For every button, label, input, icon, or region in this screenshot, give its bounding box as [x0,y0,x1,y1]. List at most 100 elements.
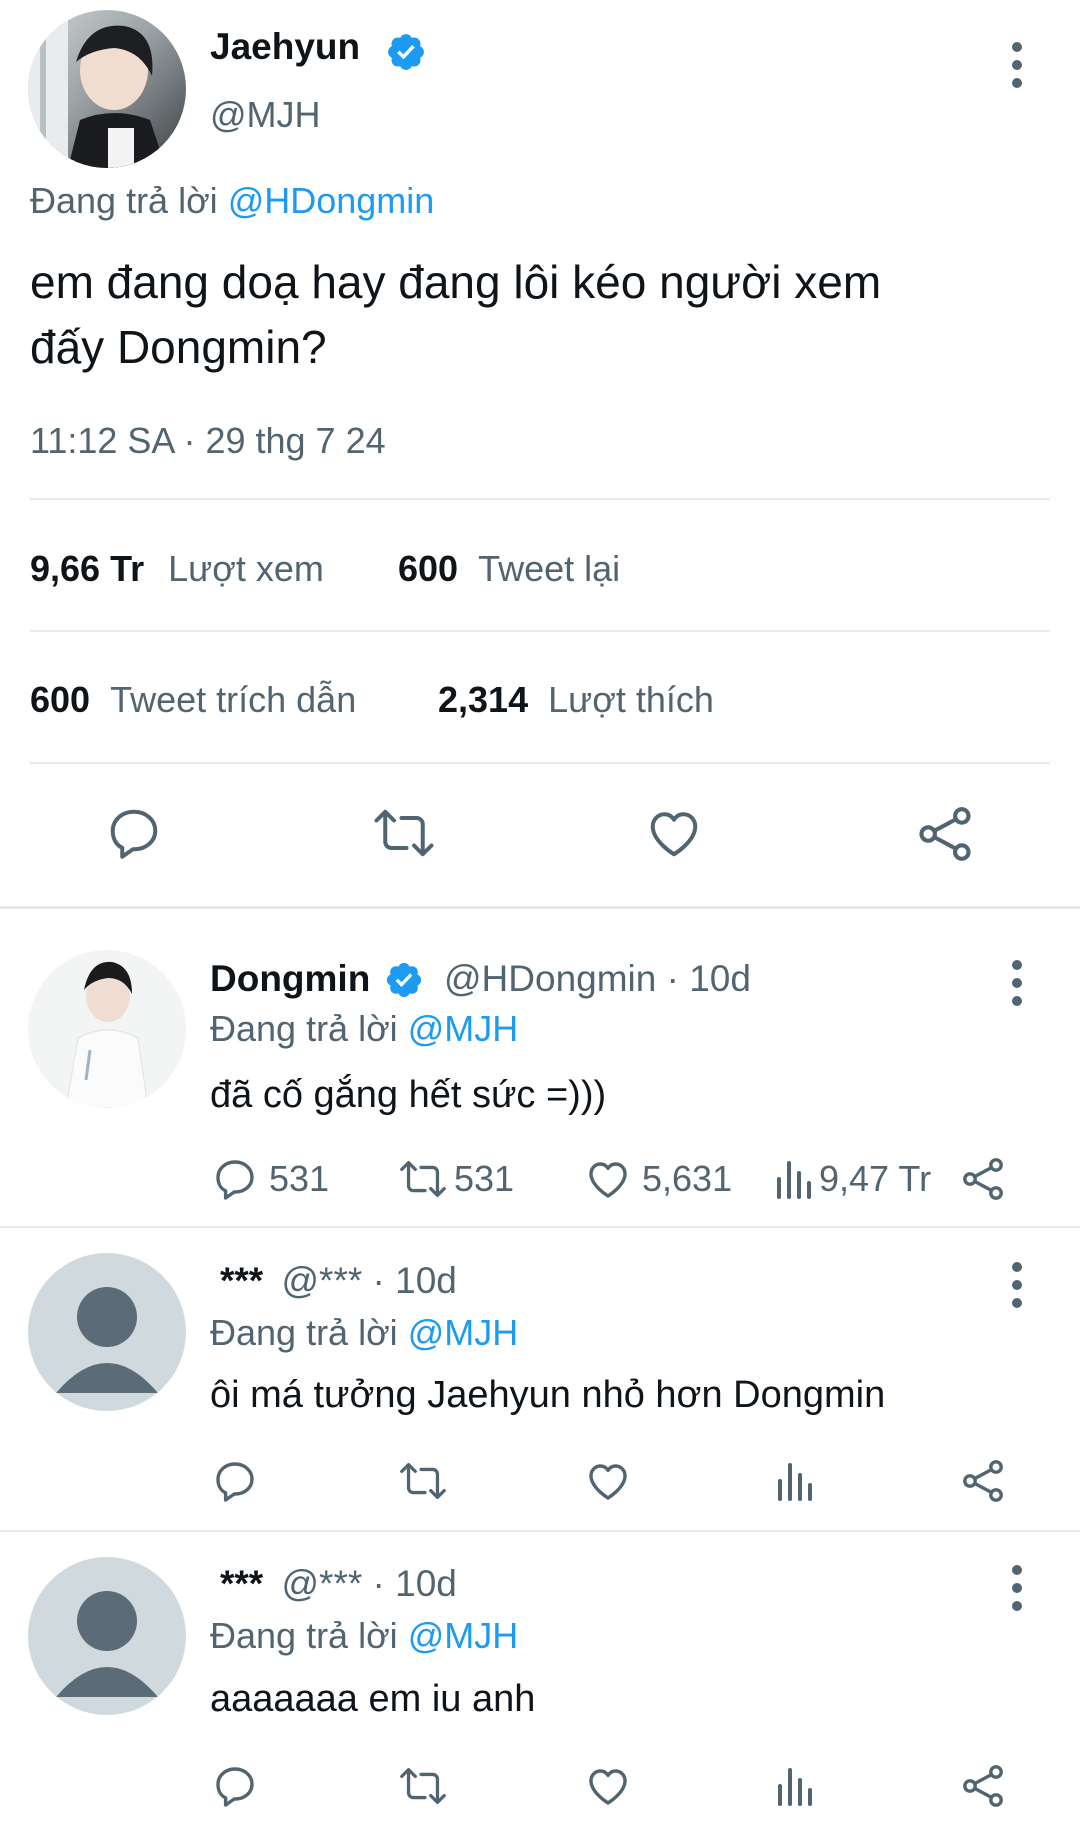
more-icon[interactable] [1012,1262,1024,1316]
views-label: Lượt xem [168,548,324,589]
like-button[interactable] [644,803,704,863]
reply-display-name[interactable]: *** [220,1260,263,1301]
main-tweet-avatar[interactable] [28,10,186,168]
retweets-count: 600 [398,548,459,589]
avatar-photo [28,10,166,168]
views-button[interactable] [774,1457,818,1505]
replying-to-link[interactable]: @MJH [408,1008,519,1049]
divider [30,498,1050,500]
like-icon [589,1162,627,1198]
reply-button[interactable] [211,1457,259,1505]
verified-icon [385,31,427,73]
replying-to-link[interactable]: @MJH [408,1312,519,1353]
reply-count: 531 [269,1158,330,1199]
views-button[interactable] [774,1762,818,1810]
retweets-stat[interactable]: 600 Tweet lại [398,548,620,590]
replying-prefix: Đang trả lời [210,1615,398,1656]
section-separator [0,906,1080,909]
main-display-name[interactable]: Jaehyun [210,26,360,68]
default-avatar-icon[interactable] [28,1557,186,1715]
retweet-button[interactable]: 531 [396,1155,514,1203]
default-avatar-icon[interactable] [28,1253,186,1411]
like-button[interactable]: 5,631 [584,1155,732,1203]
reply-meta[interactable]: @*** · 10d [281,1260,456,1301]
reply-display-name[interactable]: *** [220,1563,263,1604]
quotes-label: Tweet trích dẫn [110,679,357,720]
views-icon [778,1463,812,1501]
share-button[interactable] [959,1762,1007,1810]
like-button[interactable] [584,1762,632,1810]
main-tweet-text-line1: em đang doạ hay đang lôi kéo người xem [30,256,882,308]
divider [0,1530,1080,1532]
avatar-photo [28,950,186,1108]
reply-meta[interactable]: @*** · 10d [281,1563,456,1604]
share-button[interactable] [914,803,976,865]
divider [0,1226,1080,1228]
views-count: 9,66 Tr [30,548,145,589]
more-icon[interactable] [1012,960,1024,1014]
retweet-icon [400,1462,446,1500]
main-handle[interactable]: @MJH [210,94,321,136]
divider [30,630,1050,632]
retweets-label: Tweet lại [478,548,621,589]
reply-text: aaaaaaa em iu anh [210,1678,536,1720]
retweet-count: 531 [454,1158,515,1199]
replying-to-link[interactable]: @HDongmin [228,180,435,221]
reply-icon [110,809,158,859]
like-icon [589,1769,627,1805]
retweet-icon [374,809,434,857]
replying-prefix: Đang trả lời [210,1008,398,1049]
retweet-button[interactable] [396,1457,450,1505]
quotes-count: 600 [30,679,91,720]
reply-replying-line: Đang trả lời @MJH [210,1312,518,1354]
reply-meta[interactable]: @HDongmin · 10d [444,958,751,1000]
reply-icon [216,1462,254,1502]
like-count: 5,631 [642,1158,733,1199]
likes-stat[interactable]: 2,314 Lượt thích [438,679,714,721]
reply-icon [216,1767,254,1807]
retweet-icon [400,1767,446,1805]
views-button[interactable]: 9,47 Tr [773,1155,931,1203]
replying-to-link[interactable]: @MJH [408,1615,519,1656]
like-icon [650,812,698,857]
retweet-button[interactable] [369,803,439,863]
retweet-icon [400,1160,446,1198]
more-icon[interactable] [1012,42,1024,96]
reply-display-name[interactable]: Dongmin [210,958,370,1000]
more-icon[interactable] [1012,1565,1024,1619]
reply-header: *** @*** · 10d [220,1260,457,1302]
main-timestamp[interactable]: 11:12 SA · 29 thg 7 24 [30,420,386,462]
reply-avatar[interactable] [28,950,186,1108]
reply-replying-line: Đang trả lời @MJH [210,1615,518,1657]
share-icon [963,1460,1003,1502]
reply-replying-line: Đang trả lời @MJH [210,1008,518,1050]
reply-text: đã cố gắng hết sức =))) [210,1074,607,1116]
main-tweet-text-line2: đấy Dongmin? [30,321,327,373]
share-button[interactable] [959,1457,1007,1505]
divider [30,762,1050,764]
views-icon [778,1768,812,1806]
replying-prefix: Đang trả lời [30,180,218,221]
replying-prefix: Đang trả lời [210,1312,398,1353]
like-button[interactable] [584,1457,632,1505]
likes-label: Lượt thích [548,679,714,720]
reply-button[interactable] [211,1762,259,1810]
retweet-button[interactable] [396,1762,450,1810]
stats-row-1: 9,66 Tr Lượt xem [30,548,324,590]
reply-button[interactable] [104,803,164,863]
reply-button[interactable]: 531 [211,1155,329,1203]
share-icon [963,1158,1003,1200]
share-icon [919,807,971,861]
share-icon [963,1765,1003,1807]
verified-icon [384,960,424,1000]
view-count: 9,47 Tr [819,1158,932,1199]
share-button[interactable] [959,1155,1007,1203]
reply-text: ôi má tưởng Jaehyun nhỏ hơn Dongmin [210,1374,886,1416]
quotes-stat[interactable]: 600 Tweet trích dẫn [30,679,356,721]
reply-icon [216,1160,254,1200]
views-icon [777,1161,811,1199]
main-replying-line: Đang trả lời @HDongmin [30,180,434,222]
likes-count: 2,314 [438,679,529,720]
reply-header: *** @*** · 10d [220,1563,457,1605]
like-icon [589,1464,627,1500]
